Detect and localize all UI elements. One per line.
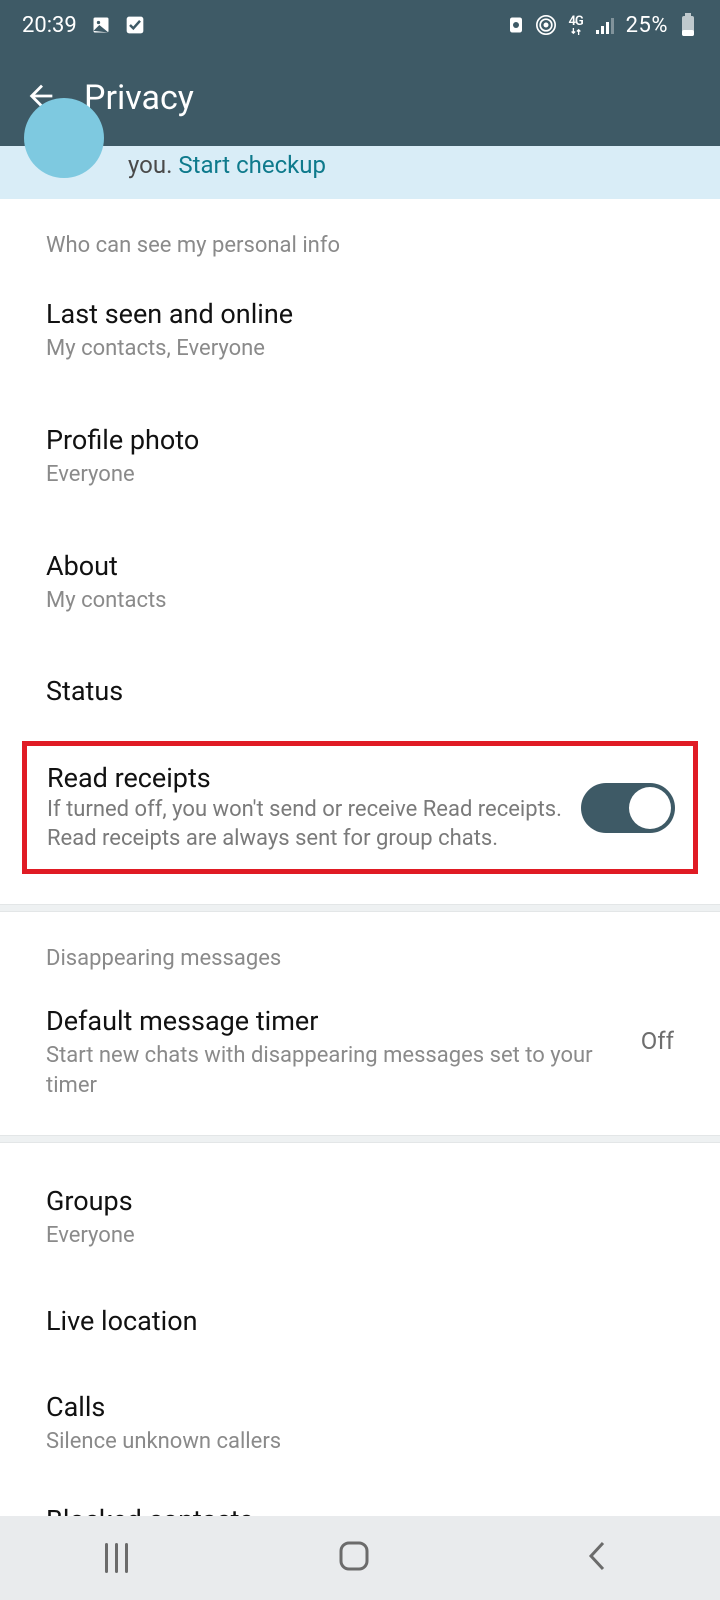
- hotspot-icon: [536, 15, 556, 35]
- setting-live-location[interactable]: Live location: [0, 1275, 720, 1367]
- section-divider: [0, 1135, 720, 1143]
- network-4g-icon: 4G: [566, 15, 586, 35]
- setting-title: About: [46, 550, 674, 582]
- setting-subtitle: My contacts, Everyone: [46, 334, 674, 364]
- section-header-disappearing: Disappearing messages: [0, 912, 720, 981]
- section-header-personal-info: Who can see my personal info: [0, 199, 720, 268]
- setting-title: Default message timer: [46, 1005, 617, 1037]
- app-indicator-icon: [506, 15, 526, 35]
- checkbox-icon: [125, 15, 145, 35]
- setting-subtitle: If turned off, you won't send or receive…: [47, 796, 565, 853]
- signal-icon: [596, 15, 616, 35]
- setting-subtitle: Start new chats with disappearing messag…: [46, 1041, 617, 1100]
- nav-back-button[interactable]: [581, 1539, 615, 1577]
- status-time: 20:39: [22, 13, 77, 38]
- page-title: Privacy: [84, 78, 194, 118]
- nav-home-button[interactable]: [337, 1539, 371, 1577]
- setting-subtitle: My contacts: [46, 586, 674, 616]
- nav-recents-button[interactable]: [105, 1543, 128, 1573]
- image-icon: [91, 15, 111, 35]
- setting-title: Profile photo: [46, 424, 674, 456]
- setting-subtitle: Silence unknown callers: [46, 1427, 674, 1457]
- setting-title: Last seen and online: [46, 298, 674, 330]
- setting-subtitle: Everyone: [46, 1221, 674, 1251]
- setting-title: Groups: [46, 1185, 674, 1217]
- read-receipts-toggle[interactable]: [581, 783, 675, 833]
- setting-title: Live location: [46, 1305, 674, 1337]
- banner-illustration: [24, 98, 104, 178]
- setting-profile-photo[interactable]: Profile photo Everyone: [0, 394, 720, 520]
- setting-about[interactable]: About My contacts: [0, 520, 720, 646]
- setting-calls[interactable]: Calls Silence unknown callers: [0, 1367, 720, 1481]
- setting-last-seen[interactable]: Last seen and online My contacts, Everyo…: [0, 268, 720, 394]
- setting-subtitle: Everyone: [46, 460, 674, 490]
- setting-title: Status: [46, 675, 674, 707]
- section-divider: [0, 904, 720, 912]
- setting-default-message-timer[interactable]: Default message timer Start new chats wi…: [0, 981, 720, 1124]
- banner-text: you. Start checkup: [128, 146, 326, 181]
- battery-percentage: 25%: [626, 13, 668, 38]
- battery-icon: [678, 15, 698, 35]
- setting-groups[interactable]: Groups Everyone: [0, 1161, 720, 1275]
- app-bar: Privacy: [0, 50, 720, 146]
- privacy-checkup-banner[interactable]: you. Start checkup: [0, 146, 720, 199]
- start-checkup-link[interactable]: Start checkup: [178, 151, 326, 179]
- status-bar: 20:39 4G 25%: [0, 0, 720, 50]
- setting-title: Calls: [46, 1391, 674, 1423]
- setting-read-receipts-highlighted[interactable]: Read receipts If turned off, you won't s…: [22, 741, 698, 874]
- setting-value: Off: [641, 1005, 674, 1055]
- system-nav-bar: [0, 1516, 720, 1600]
- setting-title: Read receipts: [47, 762, 565, 794]
- setting-status[interactable]: Status: [0, 645, 720, 737]
